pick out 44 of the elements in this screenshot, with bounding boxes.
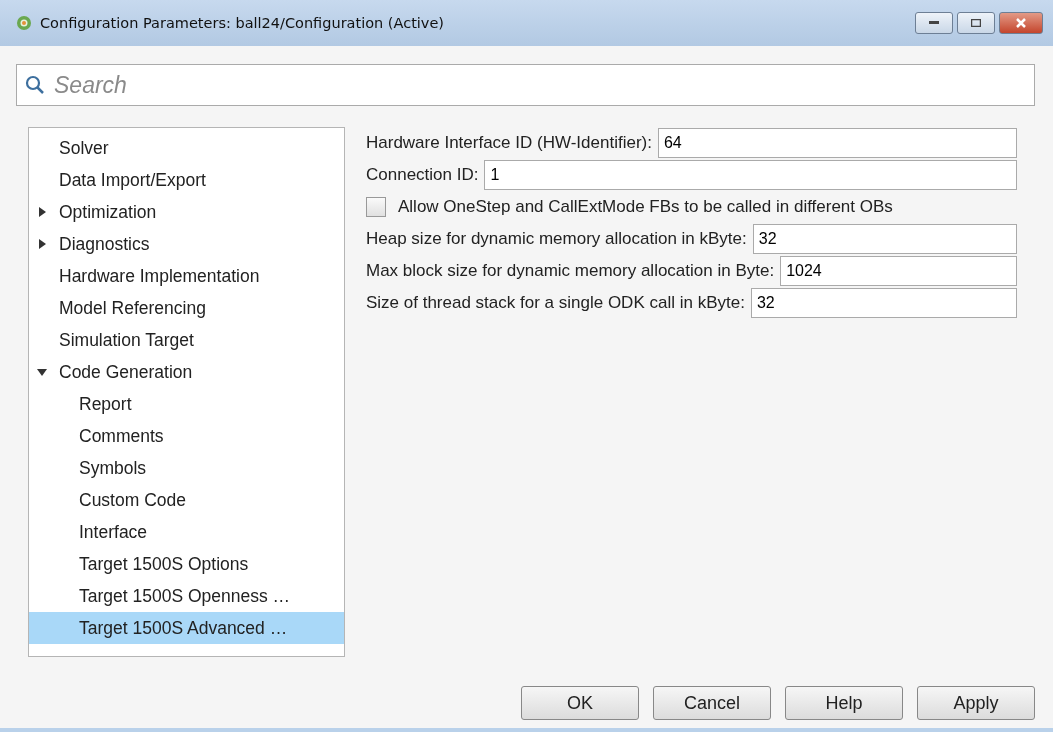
tree-item[interactable]: Hardware Implementation (29, 260, 344, 292)
tree-item[interactable]: Target 1500S Openness … (29, 580, 344, 612)
input-field[interactable]: 64 (657, 128, 1017, 158)
input-field[interactable]: 1024 (780, 256, 1017, 286)
close-button[interactable] (999, 12, 1043, 34)
tree-item[interactable]: Model Referencing (29, 292, 344, 324)
tree-item[interactable]: Data Import/Export (29, 164, 344, 196)
field-label: Heap size for dynamic memory allocation in kByte: (366, 229, 747, 249)
input-field[interactable]: 1 (484, 160, 1017, 190)
tree-item[interactable]: Target 1500S Options (29, 548, 344, 580)
tree-item[interactable]: Target 1500S Advanced … (29, 612, 344, 644)
caret-right-icon[interactable] (37, 207, 47, 217)
field-label: Connection ID: (366, 165, 479, 185)
checkbox-label: Allow OneStep and CallExtMode FBs to be called in different OBs (398, 197, 893, 217)
maximize-icon (971, 19, 981, 27)
checkbox[interactable] (366, 197, 386, 217)
tree-item[interactable]: Report (29, 388, 344, 420)
tree-item[interactable]: Custom Code (29, 484, 344, 516)
tree-item[interactable]: Code Generation (29, 356, 344, 388)
maximize-button[interactable] (957, 12, 995, 34)
window-title: Configuration Parameters: ball24/Configuration (Active) (40, 15, 445, 31)
tree-item[interactable]: Comments (29, 420, 344, 452)
app-icon (16, 15, 32, 31)
dialog-button[interactable]: OK (521, 686, 639, 720)
search-field[interactable]: Search (16, 64, 1035, 106)
tree-item[interactable]: Optimization (29, 196, 344, 228)
tree-item[interactable]: Diagnostics (29, 228, 344, 260)
minimize-icon (929, 21, 939, 25)
input-field[interactable]: 32 (750, 288, 1017, 318)
dialog-button[interactable]: Cancel (653, 686, 771, 720)
minimize-button[interactable] (915, 12, 953, 34)
tree-item[interactable]: Symbols (29, 452, 344, 484)
dialog-button[interactable]: Apply (917, 686, 1035, 720)
input-field[interactable]: 32 (752, 224, 1017, 254)
field-label: Size of thread stack for a single ODK call in kByte: (366, 293, 745, 313)
dialog-button[interactable]: Help (785, 686, 903, 720)
caret-right-icon[interactable] (37, 239, 47, 249)
field-label: Hardware Interface ID (HW-Identifier): (366, 133, 652, 153)
tree-item[interactable]: Simulation Target (29, 324, 344, 356)
tree-item[interactable]: Solver (29, 132, 344, 164)
close-icon (1016, 18, 1026, 28)
caret-down-icon[interactable] (37, 367, 47, 377)
tree-item[interactable]: Interface (29, 516, 344, 548)
field-label: Max block size for dynamic memory allocation in Byte: (366, 261, 775, 281)
